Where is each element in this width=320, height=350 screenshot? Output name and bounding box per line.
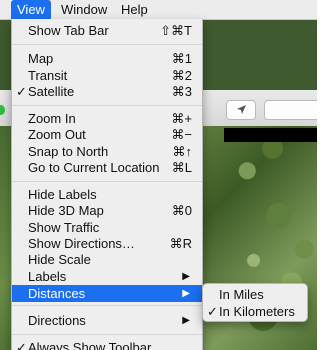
location-arrow-icon — [237, 105, 246, 114]
menu-help[interactable]: Help — [115, 0, 154, 19]
menu-item-shortcut: ⇧⌘T — [160, 23, 192, 38]
menu-item-label: Zoom In — [28, 111, 76, 126]
menu-item-go-to-current-location[interactable]: Go to Current Location ⌘L — [12, 159, 202, 176]
submenu-item-in-kilometers[interactable]: ✓ In Kilometers — [203, 303, 307, 320]
menu-bar: View Window Help — [0, 0, 317, 20]
menu-item-show-tab-bar[interactable]: Show Tab Bar ⇧⌘T — [12, 22, 202, 39]
distances-submenu: In Miles ✓ In Kilometers — [202, 283, 308, 322]
menu-item-label: In Miles — [219, 287, 264, 302]
submenu-arrow-icon: ▶ — [182, 288, 190, 299]
menu-item-label: Satellite — [28, 84, 75, 99]
menu-item-always-show-toolbar[interactable]: ✓ Always Show Toolbar — [12, 339, 202, 350]
submenu-item-in-miles[interactable]: In Miles — [203, 286, 307, 303]
menu-item-snap-to-north[interactable]: Snap to North ⌘↑ — [12, 143, 202, 160]
menu-item-directions[interactable]: Directions ▶ — [12, 312, 202, 329]
menu-item-shortcut: ⌘R — [169, 236, 192, 251]
menu-item-label: Show Traffic — [28, 220, 100, 235]
menu-item-distances[interactable]: Distances ▶ — [12, 285, 202, 302]
menu-item-label: Zoom Out — [28, 127, 86, 142]
menu-item-hide-scale[interactable]: Hide Scale — [12, 251, 202, 268]
menu-item-label: Labels — [28, 269, 67, 284]
menu-item-zoom-out[interactable]: Zoom Out ⌘− — [12, 126, 202, 143]
menu-item-label: Transit — [28, 68, 68, 83]
redacted-region — [224, 128, 317, 142]
menu-item-shortcut: ⌘3 — [171, 84, 192, 99]
menu-item-shortcut: ⌘0 — [171, 203, 192, 218]
menu-item-transit[interactable]: Transit ⌘2 — [12, 67, 202, 84]
menu-item-label: Directions — [28, 313, 86, 328]
menu-separator — [12, 105, 202, 106]
menu-item-shortcut: ⌘− — [171, 127, 192, 142]
menu-item-label: Show Tab Bar — [28, 23, 109, 38]
menu-window[interactable]: Window — [55, 0, 113, 19]
menu-separator — [12, 181, 202, 182]
menu-separator — [12, 305, 202, 306]
menu-item-zoom-in[interactable]: Zoom In ⌘+ — [12, 110, 202, 127]
menu-item-shortcut: ⌘L — [171, 160, 192, 175]
menu-item-label: Snap to North — [28, 144, 109, 159]
view-menu: Show Tab Bar ⇧⌘T Map ⌘1 Transit ⌘2 ✓ Sat… — [11, 19, 203, 350]
menu-item-shortcut: ⌘+ — [171, 111, 192, 126]
menu-item-label: Hide 3D Map — [28, 203, 104, 218]
search-field[interactable] — [264, 100, 317, 120]
current-location-button[interactable] — [226, 100, 256, 120]
menu-item-shortcut: ⌘↑ — [172, 144, 193, 159]
menu-view[interactable]: View — [11, 0, 51, 19]
screen: View Window Help Show Tab Bar ⇧⌘T Map ⌘1… — [0, 0, 317, 350]
menu-item-show-directions[interactable]: Show Directions… ⌘R — [12, 235, 202, 252]
menu-item-satellite[interactable]: ✓ Satellite ⌘3 — [12, 83, 202, 100]
menu-item-label: Show Directions… — [28, 236, 135, 251]
submenu-arrow-icon: ▶ — [182, 315, 190, 326]
menu-item-label: Map — [28, 51, 54, 66]
menu-item-label: Always Show Toolbar — [28, 340, 152, 350]
checkmark-icon: ✓ — [207, 304, 218, 319]
menu-item-label: Hide Scale — [28, 252, 91, 267]
menu-item-labels[interactable]: Labels ▶ — [12, 268, 202, 285]
menu-item-shortcut: ⌘1 — [171, 51, 192, 66]
menu-separator — [12, 44, 202, 45]
menu-separator — [12, 334, 202, 335]
menu-item-shortcut: ⌘2 — [171, 68, 192, 83]
menu-item-label: Hide Labels — [28, 187, 97, 202]
checkmark-icon: ✓ — [16, 84, 27, 99]
menu-item-label: Go to Current Location — [28, 160, 160, 175]
menu-item-map[interactable]: Map ⌘1 — [12, 50, 202, 67]
menu-item-hide-labels[interactable]: Hide Labels — [12, 186, 202, 203]
menu-item-label: In Kilometers — [219, 304, 295, 319]
menu-edge-fragment — [0, 0, 6, 19]
menu-item-label: Distances — [28, 286, 86, 301]
menu-item-hide-3d-map[interactable]: Hide 3D Map ⌘0 — [12, 202, 202, 219]
menu-item-show-traffic[interactable]: Show Traffic — [12, 219, 202, 236]
submenu-arrow-icon: ▶ — [182, 271, 190, 282]
checkmark-icon: ✓ — [16, 340, 27, 350]
